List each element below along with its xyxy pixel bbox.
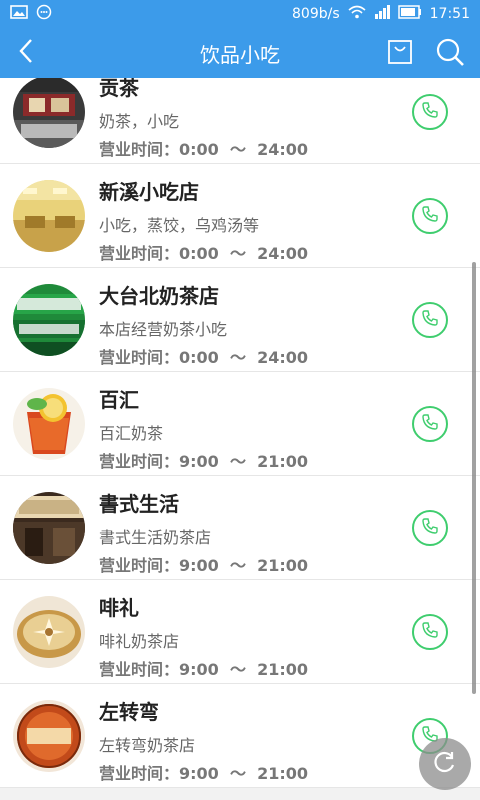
- list-item[interactable]: 大台北奶茶店 本店经营奶茶小吃 营业时间：0:00 ～ 24:00: [0, 268, 480, 372]
- store-description: 小吃，蒸饺，乌鸡汤等: [99, 216, 260, 235]
- store-hours: 营业时间：0:00 ～ 24:00: [99, 348, 309, 367]
- network-speed: 809b/s: [292, 6, 340, 22]
- clock: 17:51: [429, 6, 470, 22]
- store-name: 大台北奶茶店: [99, 284, 219, 308]
- store-name: 贡茶: [99, 78, 139, 100]
- store-list-inner: 贡茶 奶茶，小吃 营业时间：0:00 ～ 24:00 新溪小吃店 小吃，蒸饺，乌…: [0, 78, 480, 788]
- store-name: 啡礼: [99, 596, 139, 620]
- store-hours: 营业时间：9:00 ～ 21:00: [99, 556, 309, 575]
- store-hours: 营业时间：9:00 ～ 21:00: [99, 764, 309, 783]
- bag-button[interactable]: [384, 38, 416, 70]
- list-item[interactable]: 啡礼 啡礼奶茶店 营业时间：9:00 ～ 21:00: [0, 580, 480, 684]
- list-item[interactable]: 左转弯 左转弯奶茶店 营业时间：9:00 ～ 21:00: [0, 684, 480, 788]
- floating-refresh-button[interactable]: [419, 738, 471, 790]
- store-description: 書式生活奶茶店: [99, 528, 212, 547]
- search-button[interactable]: [432, 36, 468, 72]
- chevron-left-icon: [16, 37, 36, 69]
- store-name: 書式生活: [99, 492, 179, 516]
- phone-icon: [421, 413, 439, 435]
- status-left: [10, 4, 52, 24]
- list-item[interactable]: 新溪小吃店 小吃，蒸饺，乌鸡汤等 营业时间：0:00 ～ 24:00: [0, 164, 480, 268]
- image-notification-icon: [10, 5, 28, 23]
- search-icon: [435, 37, 465, 71]
- phone-icon: [421, 517, 439, 539]
- status-bar: 809b/s 17:51: [0, 0, 480, 28]
- store-hours: 营业时间：0:00 ～ 24:00: [99, 244, 309, 263]
- store-photo: [13, 596, 85, 668]
- store-name: 百汇: [99, 388, 139, 412]
- status-right: 809b/s 17:51: [292, 5, 470, 23]
- store-hours: 营业时间：9:00 ～ 21:00: [99, 660, 309, 679]
- phone-icon: [421, 101, 439, 123]
- wifi-icon: [348, 5, 366, 23]
- phone-icon: [421, 621, 439, 643]
- store-hours: 营业时间：9:00 ～ 21:00: [99, 452, 309, 471]
- store-description: 本店经营奶茶小吃: [99, 320, 228, 339]
- store-photo: [13, 700, 85, 772]
- app-bar: 饮品小吃: [0, 28, 480, 78]
- store-list[interactable]: 贡茶 奶茶，小吃 营业时间：0:00 ～ 24:00 新溪小吃店 小吃，蒸饺，乌…: [0, 78, 480, 800]
- call-button[interactable]: [412, 614, 448, 650]
- call-button[interactable]: [412, 406, 448, 442]
- list-item[interactable]: 贡茶 奶茶，小吃 营业时间：0:00 ～ 24:00: [0, 78, 480, 164]
- store-photo: [13, 388, 85, 460]
- store-photo: [13, 78, 85, 148]
- phone-icon: [421, 309, 439, 331]
- store-hours: 营业时间：0:00 ～ 24:00: [99, 140, 309, 159]
- store-description: 百汇奶茶: [99, 424, 164, 443]
- shopping-bag-icon: [387, 39, 413, 69]
- phone-icon: [421, 205, 439, 227]
- back-button[interactable]: [8, 36, 44, 70]
- store-description: 奶茶，小吃: [99, 112, 180, 131]
- scrollbar[interactable]: [472, 262, 476, 694]
- page-title: 饮品小吃: [200, 42, 280, 67]
- store-description: 啡礼奶茶店: [99, 632, 180, 651]
- store-description: 左转弯奶茶店: [99, 736, 196, 755]
- refresh-icon: [432, 749, 458, 779]
- list-item[interactable]: 百汇 百汇奶茶 营业时间：9:00 ～ 21:00: [0, 372, 480, 476]
- chat-notification-icon: [36, 4, 52, 24]
- store-photo: [13, 492, 85, 564]
- signal-icon: [374, 5, 390, 23]
- call-button[interactable]: [412, 302, 448, 338]
- call-button[interactable]: [412, 94, 448, 130]
- store-photo: [13, 284, 85, 356]
- store-photo: [13, 180, 85, 252]
- store-name: 左转弯: [99, 700, 159, 724]
- call-button[interactable]: [412, 198, 448, 234]
- call-button[interactable]: [412, 510, 448, 546]
- battery-icon: [397, 5, 422, 23]
- list-item[interactable]: 書式生活 書式生活奶茶店 营业时间：9:00 ～ 21:00: [0, 476, 480, 580]
- store-name: 新溪小吃店: [99, 180, 199, 204]
